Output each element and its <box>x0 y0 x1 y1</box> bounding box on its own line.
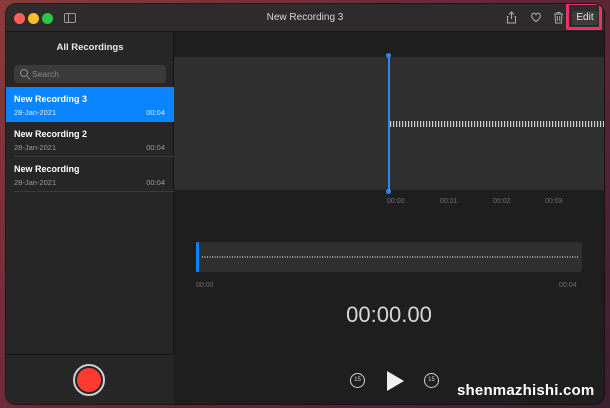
recording-item[interactable]: New Recording 3 28-Jan-2021 00:04 <box>6 87 174 122</box>
overview-handle[interactable] <box>196 242 199 272</box>
overview-end-time: 00:04 <box>559 282 577 289</box>
sidebar-footer <box>6 354 174 404</box>
elapsed-time: 00:00.00 <box>346 302 432 327</box>
voice-memos-window: New Recording 3 Edit All Recordings New … <box>6 4 604 404</box>
recording-date: 28-Jan-2021 <box>14 143 57 152</box>
waveform-overview <box>202 256 578 258</box>
time-tick: 00:02 <box>493 198 511 205</box>
recording-name: New Recording <box>14 164 80 174</box>
play-button[interactable] <box>387 371 404 391</box>
skip-back-15-button[interactable]: 15 <box>350 373 365 388</box>
recording-duration: 00:04 <box>146 108 165 117</box>
recording-duration: 00:04 <box>146 143 165 152</box>
skip-forward-15-button[interactable]: 15 <box>424 373 439 388</box>
row-divider <box>14 191 174 192</box>
search-input[interactable] <box>32 67 160 81</box>
record-button[interactable] <box>73 364 105 396</box>
overview-start-time: 00:00 <box>196 282 214 289</box>
edit-highlight-box <box>566 4 602 30</box>
time-tick: 00:00 <box>387 198 405 205</box>
watermark-text: shenmazhishi.com <box>457 382 595 399</box>
search-icon <box>20 69 28 77</box>
recording-item[interactable]: New Recording 28-Jan-2021 00:04 <box>6 157 174 192</box>
main-panel: 00:00 00:01 00:02 00:03 00:00 00:04 00:0… <box>174 32 604 404</box>
time-tick: 00:03 <box>545 198 563 205</box>
sidebar-heading: All Recordings <box>56 42 124 53</box>
waveform-detail <box>390 121 604 127</box>
playhead-bottom-handle[interactable] <box>386 189 391 194</box>
skip-back-label: 15 <box>354 377 361 383</box>
recording-duration: 00:04 <box>146 178 165 187</box>
recording-name: New Recording 2 <box>14 129 88 139</box>
heart-icon[interactable] <box>530 11 542 27</box>
skip-forward-label: 15 <box>428 377 435 383</box>
sidebar: All Recordings New Recording 3 28-Jan-20… <box>6 32 174 404</box>
overview-scrubber[interactable] <box>196 242 582 272</box>
trash-icon[interactable] <box>553 11 564 28</box>
search-box[interactable] <box>14 65 166 83</box>
recording-date: 28-Jan-2021 <box>14 178 57 187</box>
title-bar: New Recording 3 Edit <box>6 4 604 32</box>
time-tick: 00:01 <box>440 198 458 205</box>
share-icon[interactable] <box>506 11 517 28</box>
recording-date: 28-Jan-2021 <box>14 108 57 117</box>
playhead-top-handle[interactable] <box>386 53 391 58</box>
playhead[interactable] <box>388 55 390 192</box>
recording-name: New Recording 3 <box>14 94 88 104</box>
recording-item[interactable]: New Recording 2 28-Jan-2021 00:04 <box>6 122 174 157</box>
